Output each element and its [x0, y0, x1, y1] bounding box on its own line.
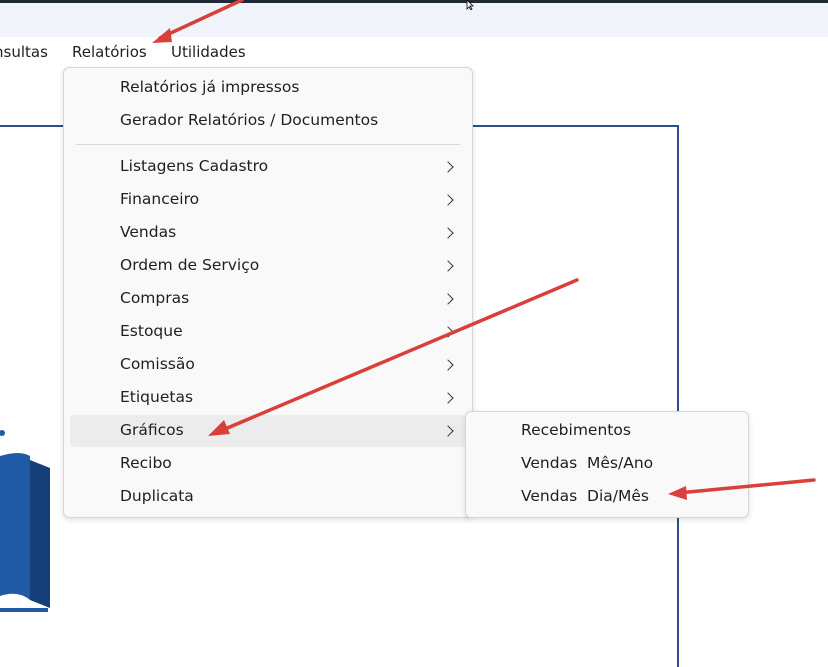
menu-item-label: Recibo: [120, 454, 172, 472]
chevron-right-icon: [442, 326, 454, 338]
menu-item-vendas[interactable]: Vendas: [70, 217, 466, 249]
submenu-item-label: Vendas Dia/Mês: [521, 487, 649, 505]
menu-relatorios[interactable]: Relatórios: [72, 43, 147, 61]
submenu-item-vendas-mes-ano[interactable]: Vendas Mês/Ano: [472, 448, 742, 480]
menu-item-label: Etiquetas: [120, 388, 194, 406]
menu-item-label: Vendas: [120, 223, 177, 241]
chevron-right-icon: [442, 425, 454, 437]
submenu-item-recebimentos[interactable]: Recebimentos: [472, 415, 742, 447]
chevron-right-icon: [442, 359, 454, 371]
menu-item-ordem-de-servico[interactable]: Ordem de Serviço: [70, 250, 466, 282]
mouse-cursor-icon: [466, 0, 474, 10]
menu-item-label: Gráficos: [120, 421, 184, 439]
menu-item-etiquetas[interactable]: Etiquetas: [70, 382, 466, 414]
submenu-item-vendas-dia-mes[interactable]: Vendas Dia/Mês: [472, 481, 742, 513]
menu-bar: nsultas Relatórios Utilidades: [0, 37, 828, 67]
app-logo-icon: [0, 430, 50, 612]
menu-item-financeiro[interactable]: Financeiro: [70, 184, 466, 216]
chevron-right-icon: [442, 392, 454, 404]
menu-item-label: Comissão: [120, 355, 195, 373]
menu-item-graficos[interactable]: Gráficos: [70, 415, 466, 447]
menu-item-label: Duplicata: [120, 487, 194, 505]
menu-item-label: Financeiro: [120, 190, 200, 208]
chevron-right-icon: [442, 293, 454, 305]
menu-item-label: Ordem de Serviço: [120, 256, 260, 274]
chevron-right-icon: [442, 194, 454, 206]
chevron-right-icon: [442, 227, 454, 239]
menu-utilidades[interactable]: Utilidades: [171, 43, 246, 61]
menu-item-label: Gerador Relatórios / Documentos: [120, 111, 379, 129]
chevron-right-icon: [442, 161, 454, 173]
menu-item-estoque[interactable]: Estoque: [70, 316, 466, 348]
menu-item-duplicata[interactable]: Duplicata: [70, 481, 466, 513]
menu-separator: [76, 144, 460, 145]
menu-item-label: Compras: [120, 289, 190, 307]
toolbar-area: [0, 3, 828, 37]
menu-item-recibo[interactable]: Recibo: [70, 448, 466, 480]
menu-item-label: Estoque: [120, 322, 183, 340]
menu-item-label: Listagens Cadastro: [120, 157, 269, 175]
chevron-right-icon: [442, 260, 454, 272]
menu-item-compras[interactable]: Compras: [70, 283, 466, 315]
menu-item-gerador-relatorios[interactable]: Gerador Relatórios / Documentos: [70, 105, 466, 137]
menu-consultas[interactable]: nsultas: [0, 43, 48, 61]
menu-item-relatorios-impressos[interactable]: Relatórios já impressos: [70, 72, 466, 104]
relatorios-dropdown-menu: Relatórios já impressos Gerador Relatóri…: [63, 67, 473, 518]
submenu-item-label: Vendas Mês/Ano: [521, 454, 654, 472]
menu-item-comissao[interactable]: Comissão: [70, 349, 466, 381]
menu-item-listagens-cadastro[interactable]: Listagens Cadastro: [70, 151, 466, 183]
submenu-item-label: Recebimentos: [521, 421, 631, 439]
graficos-submenu: Recebimentos Vendas Mês/Ano Vendas Dia/M…: [465, 411, 749, 518]
menu-item-label: Relatórios já impressos: [120, 78, 300, 96]
